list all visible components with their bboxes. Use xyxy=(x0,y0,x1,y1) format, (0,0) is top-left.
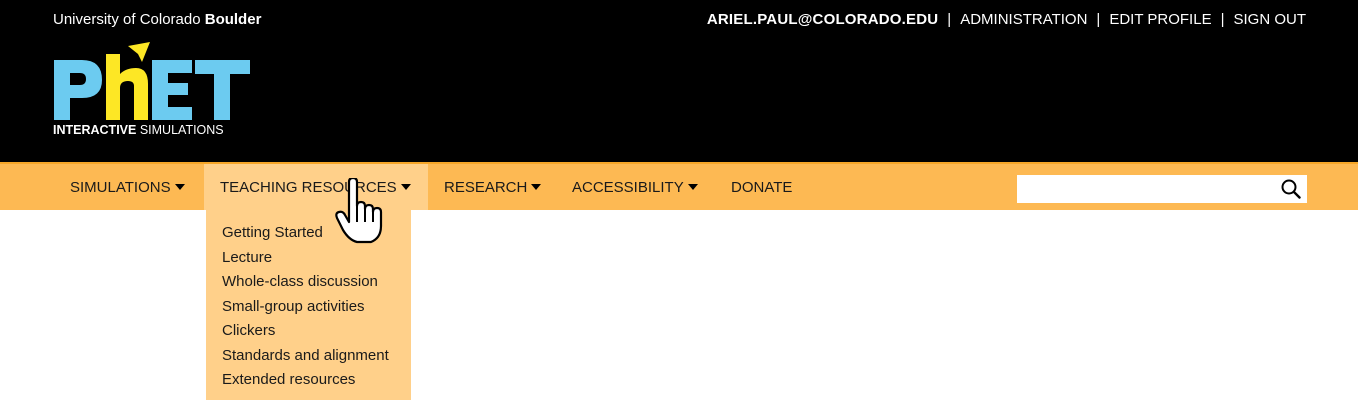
search-icon[interactable] xyxy=(1281,179,1301,199)
separator: | xyxy=(1220,11,1225,28)
user-email-link[interactable]: ARIEL.PAUL@COLORADO.EDU xyxy=(707,11,938,28)
dropdown-item-standards-and-alignment[interactable]: Standards and alignment xyxy=(206,345,411,370)
university-campus: Boulder xyxy=(204,11,262,28)
nav-donate[interactable]: DONATE xyxy=(731,164,792,210)
caret-down-icon xyxy=(400,184,411,190)
university-name: University of Colorado xyxy=(53,11,201,28)
university-label[interactable]: University of Colorado Boulder xyxy=(53,11,261,28)
logo-tagline: INTERACTIVE SIMULATIONS xyxy=(53,123,224,137)
administration-link[interactable]: ADMINISTRATION xyxy=(960,11,1087,28)
caret-down-icon xyxy=(531,184,542,190)
logo-tagline-bold: INTERACTIVE xyxy=(53,123,137,137)
nav-simulations[interactable]: SIMULATIONS xyxy=(70,164,185,210)
nav-label: SIMULATIONS xyxy=(70,178,171,196)
nav-accessibility[interactable]: ACCESSIBILITY xyxy=(572,164,698,210)
separator: | xyxy=(1096,11,1101,28)
separator: | xyxy=(947,11,952,28)
main-nav: SIMULATIONS TEACHING RESOURCES RESEARCH … xyxy=(0,162,1358,210)
search-box xyxy=(1017,175,1307,203)
site-header: University of Colorado Boulder ARIEL.PAU… xyxy=(0,0,1358,162)
caret-down-icon xyxy=(687,184,698,190)
nav-label: RESEARCH xyxy=(444,178,528,196)
dropdown-item-whole-class-discussion[interactable]: Whole-class discussion xyxy=(206,271,411,296)
search-input[interactable] xyxy=(1023,175,1277,203)
dropdown-item-lecture[interactable]: Lecture xyxy=(206,247,411,272)
dropdown-item-small-group-activities[interactable]: Small-group activities xyxy=(206,296,411,321)
nav-label: DONATE xyxy=(731,178,793,196)
edit-profile-link[interactable]: EDIT PROFILE xyxy=(1109,11,1211,28)
caret-down-icon xyxy=(174,184,185,190)
nav-label: ACCESSIBILITY xyxy=(572,178,684,196)
logo-tagline-regular: SIMULATIONS xyxy=(139,123,224,137)
account-nav: ARIEL.PAUL@COLORADO.EDU | ADMINISTRATION… xyxy=(707,11,1306,28)
dropdown-item-extended-resources[interactable]: Extended resources xyxy=(206,369,411,394)
hand-pointer-icon xyxy=(335,178,383,244)
nav-research[interactable]: RESEARCH xyxy=(444,164,542,210)
sign-out-link[interactable]: SIGN OUT xyxy=(1233,11,1306,28)
dropdown-item-clickers[interactable]: Clickers xyxy=(206,320,411,345)
